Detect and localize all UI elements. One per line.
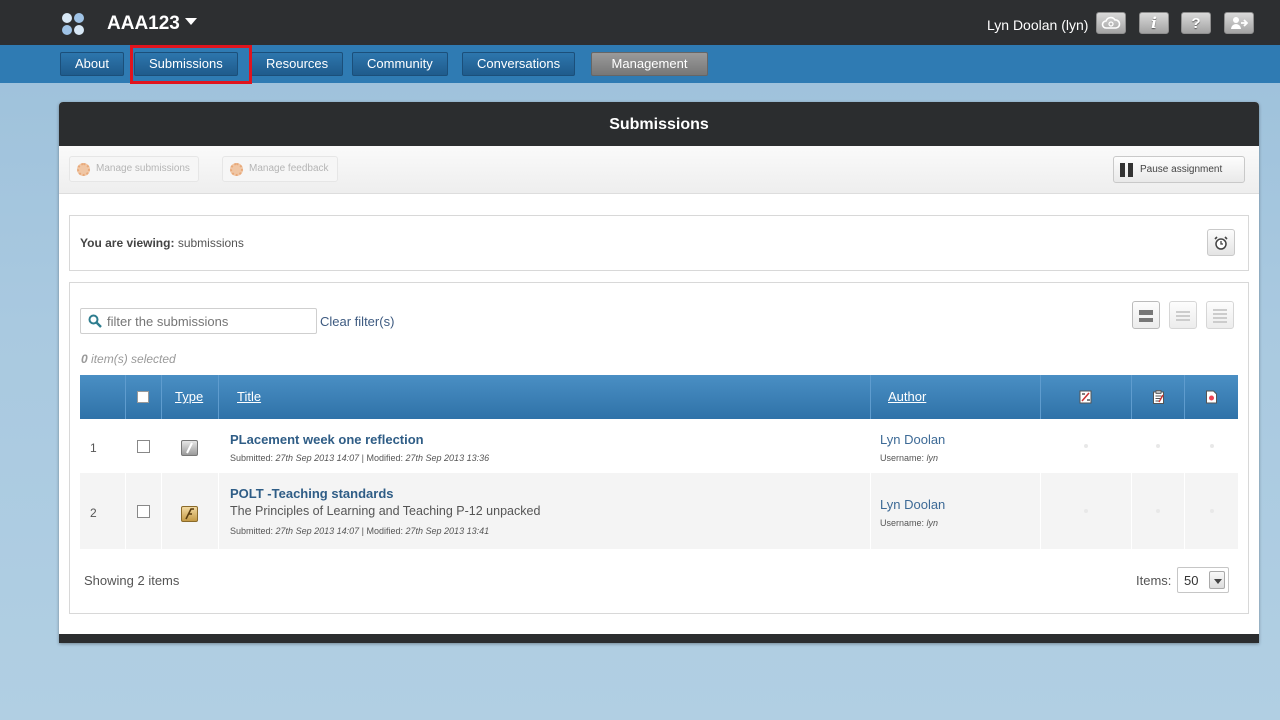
pause-icon (1120, 163, 1134, 177)
row-number: 1 (90, 441, 97, 455)
items-per-page-select[interactable]: 50 (1177, 567, 1229, 593)
alarm-clock-button[interactable] (1207, 229, 1235, 256)
author-username: Username: lyn (880, 518, 939, 528)
top-bar: AAA123 Lyn Doolan (lyn) i ? (0, 0, 1280, 45)
grade-icon[interactable] (1079, 390, 1092, 404)
submission-dates: Submitted: 27th Sep 2013 14:07 | Modifie… (230, 453, 490, 463)
table-header: Type Title Author (80, 375, 1238, 419)
view-compact-button[interactable] (1132, 301, 1160, 329)
feedback-document-icon[interactable] (1205, 390, 1218, 404)
clear-filters-link[interactable]: Clear filter(s) (320, 314, 394, 329)
panel-footer-bar (59, 634, 1259, 643)
journal-type-icon (181, 440, 198, 456)
viewing-context: You are viewing: submissions (69, 215, 1249, 271)
sort-author-link[interactable]: Author (888, 389, 926, 404)
author-link[interactable]: Lyn Doolan (880, 432, 945, 447)
pause-assignment-button[interactable]: Pause assignment (1113, 156, 1245, 183)
alarm-clock-icon (1214, 235, 1228, 250)
info-icon[interactable]: i (1139, 12, 1169, 34)
logo-icon[interactable] (62, 13, 86, 37)
chevron-down-icon (1209, 571, 1225, 589)
tab-submissions[interactable]: Submissions (134, 52, 238, 76)
author-username: Username: lyn (880, 453, 939, 463)
filter-input[interactable] (80, 308, 317, 334)
author-link[interactable]: Lyn Doolan (880, 497, 945, 512)
submissions-list: Clear filter(s) 0 item(s) selected Type … (69, 282, 1249, 614)
panel-toolbar: Manage submissions Manage feedback Pause… (59, 146, 1259, 194)
journal-type-icon (181, 506, 198, 522)
table-row[interactable]: 1 PLacement week one reflection Submitte… (80, 419, 1238, 473)
panel-title: Submissions (59, 102, 1259, 146)
clipboard-icon[interactable] (1152, 390, 1165, 404)
manage-feedback-button[interactable]: Manage feedback (222, 156, 338, 182)
help-icon[interactable]: ? (1181, 12, 1211, 34)
table-row[interactable]: 2 POLT -Teaching standards The Principle… (80, 473, 1238, 549)
item-count: Showing 2 items (84, 573, 180, 588)
tab-about[interactable]: About (60, 52, 124, 76)
row-number: 2 (90, 506, 97, 520)
submissions-panel: Submissions Manage submissions Manage fe… (59, 102, 1259, 643)
select-all-checkbox[interactable] (137, 391, 149, 403)
cloud-sync-icon[interactable] (1096, 12, 1126, 34)
row-checkbox[interactable] (137, 440, 150, 453)
submission-title-link[interactable]: POLT -Teaching standards (230, 486, 393, 501)
site-switcher[interactable]: AAA123 (107, 13, 197, 35)
manage-submissions-button[interactable]: Manage submissions (69, 156, 199, 182)
tab-management[interactable]: Management (591, 52, 708, 76)
user-menu[interactable]: Lyn Doolan (lyn) (987, 17, 1088, 33)
tab-resources[interactable]: Resources (251, 52, 344, 76)
items-per-page-label: Items: (1136, 573, 1172, 588)
submission-description: The Principles of Learning and Teaching … (230, 504, 541, 518)
view-detailed-button[interactable] (1206, 301, 1234, 329)
viewing-value: submissions (177, 236, 244, 250)
tab-community[interactable]: Community (352, 52, 448, 76)
gear-icon (230, 163, 243, 176)
view-normal-button[interactable] (1169, 301, 1197, 329)
submission-title-link[interactable]: PLacement week one reflection (230, 432, 424, 447)
viewing-label: You are viewing: (80, 236, 175, 250)
site-title: AAA123 (107, 13, 180, 34)
submission-dates: Submitted: 27th Sep 2013 14:07 | Modifie… (230, 526, 490, 536)
sort-type-link[interactable]: Type (175, 389, 203, 404)
selected-count: 0 item(s) selected (81, 352, 176, 366)
tab-conversations[interactable]: Conversations (462, 52, 576, 76)
logout-icon[interactable] (1224, 12, 1254, 34)
gear-icon (77, 163, 90, 176)
sort-title-link[interactable]: Title (237, 389, 261, 404)
main-nav: About Submissions Resources Community Co… (0, 45, 1280, 83)
chevron-down-icon (184, 18, 197, 25)
row-checkbox[interactable] (137, 505, 150, 518)
